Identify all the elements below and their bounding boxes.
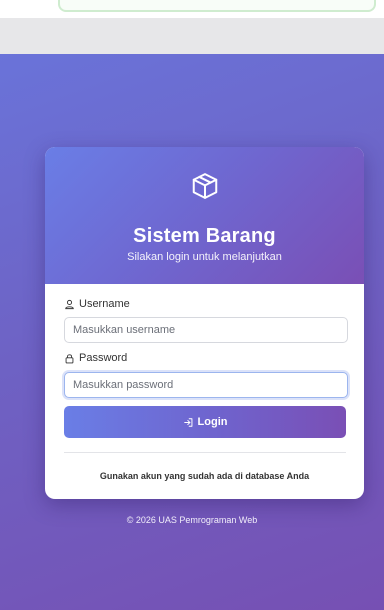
top-gray-bar	[0, 18, 384, 54]
app-title: Sistem Barang	[133, 225, 276, 247]
footer-copyright: © 2026 UAS Pemrograman Web	[126, 515, 258, 525]
sign-in-icon	[183, 417, 192, 427]
login-button[interactable]: Login	[64, 406, 346, 438]
username-label: Username	[64, 298, 130, 310]
password-label: Password	[64, 352, 127, 364]
login-button-label: Login	[197, 416, 228, 428]
app-subtitle: Silakan login untuk melanjutkan	[127, 251, 282, 263]
user-icon	[65, 299, 74, 309]
password-input[interactable]	[64, 372, 348, 398]
lock-icon	[65, 353, 74, 363]
divider	[64, 452, 346, 453]
page: Sistem Barang Silakan login untuk melanj…	[0, 0, 384, 610]
login-hint: Gunakan akun yang sudah ada di database …	[99, 471, 310, 481]
top-strip	[0, 0, 384, 18]
notification-box-edge	[58, 0, 376, 12]
username-label-text: Username	[79, 298, 130, 310]
box-icon	[192, 173, 218, 199]
card-header: Sistem Barang Silakan login untuk melanj…	[45, 147, 364, 284]
password-label-text: Password	[79, 352, 128, 364]
username-input[interactable]	[64, 317, 348, 343]
login-card: Sistem Barang Silakan login untuk melanj…	[45, 147, 364, 499]
